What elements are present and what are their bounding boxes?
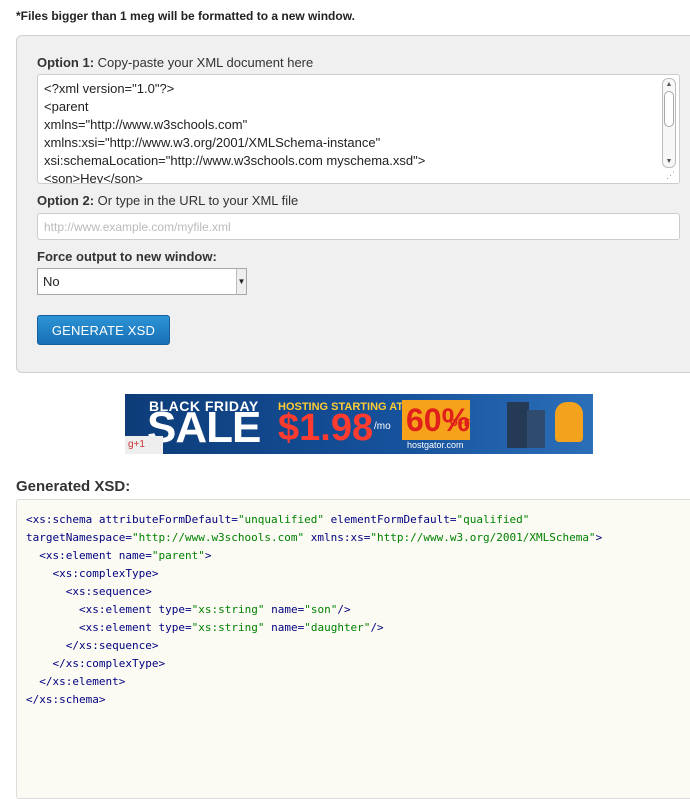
option1-label: Option 1: Copy-paste your XML document h… [37,55,314,70]
xsd-line: <xs:sequence> [26,585,152,598]
resize-grip-icon[interactable]: ⋰ [666,171,675,180]
scroll-thumb[interactable] [664,91,674,127]
xsd-code: <xs:schema attributeFormDefault="unquali… [26,511,602,709]
xsd-line: targetNamespace="http://www.w3schools.co… [26,531,603,544]
xsd-line: <xs:schema attributeFormDefault="unquali… [26,513,530,526]
option2-label: Option 2: Or type in the URL to your XML… [37,193,299,208]
scroll-up-icon[interactable]: ▲ [663,80,675,89]
xsd-line: </xs:element> [26,675,126,688]
xml-textarea[interactable]: <?xml version="1.0"?> <parent xmlns="http:… [37,74,680,184]
ad-per-month: /mo [374,421,391,432]
xsd-line: </xs:complexType> [26,657,166,670]
force-output-label: Force output to new window: [37,249,217,264]
generated-xsd-title: Generated XSD: [16,478,131,495]
server-rack-icon [527,410,545,448]
gplus-icon[interactable]: g+1 [125,436,163,454]
xsd-line: </xs:sequence> [26,639,159,652]
xsd-line: <xs:element name="parent"> [26,549,212,562]
ad-off: OFF [450,418,470,429]
scroll-down-icon[interactable]: ▼ [663,157,675,166]
force-output-select[interactable]: No ▼ [37,268,247,295]
xsd-line: <xs:element type="xs:string" name="daugh… [26,621,384,634]
hostgator-banner-ad[interactable]: BLACK FRIDAY SALE HOSTING STARTING AT $1… [125,394,593,454]
generate-xsd-button[interactable]: GENERATE XSD [37,315,170,345]
xsd-line: <xs:complexType> [26,567,159,580]
textarea-scrollbar[interactable]: ▲ ▼ [662,78,676,168]
xml-content: <?xml version="1.0"?> <parent xmlns="http:… [44,81,426,184]
ad-sale: SALE [147,403,261,452]
server-rack-icon [507,402,529,448]
xml-url-input[interactable] [37,213,680,240]
xsd-output: <xs:schema attributeFormDefault="unquali… [16,499,690,799]
xsd-line: </xs:schema> [26,693,106,706]
chevron-down-icon[interactable]: ▼ [236,269,246,294]
xsd-line: <xs:element type="xs:string" name="son"/… [26,603,351,616]
force-output-value: No [43,274,60,289]
file-size-notice: *Files bigger than 1 meg will be formatt… [16,9,355,23]
ad-brand: hostgator.com [407,440,464,450]
ad-price: $1.98 [278,407,374,449]
gator-mascot-icon [555,402,583,442]
input-panel: Option 1: Copy-paste your XML document h… [16,35,690,373]
